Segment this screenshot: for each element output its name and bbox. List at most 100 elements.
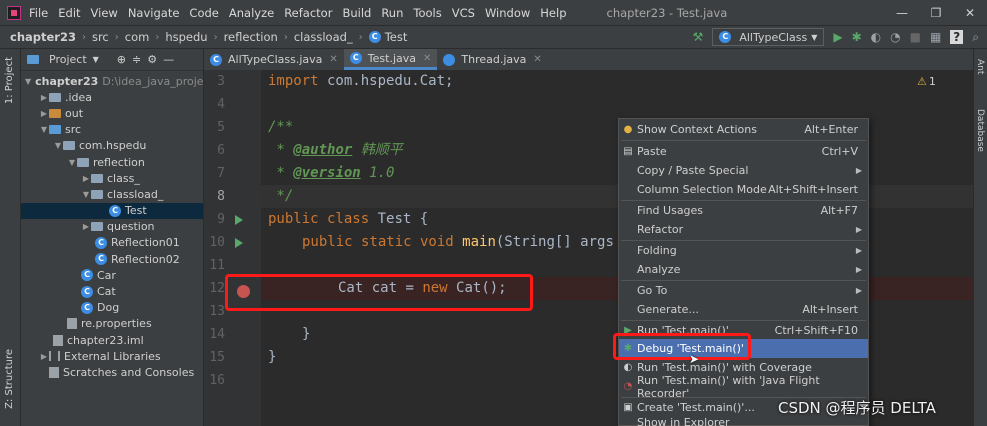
expanded-arrow-icon[interactable]: ▼ (67, 158, 77, 167)
tree-item-reflection02[interactable]: C Reflection02 (21, 251, 203, 267)
tree-item-project[interactable]: ▼ chapter23 D:\idea_java_proje (21, 73, 204, 89)
hide-icon[interactable]: — (163, 53, 174, 66)
profile-icon[interactable]: ◔ (890, 30, 900, 44)
menu-tools[interactable]: Tools (413, 6, 441, 20)
crumb-com[interactable]: com (125, 30, 150, 44)
close-icon[interactable]: ✕ (423, 53, 431, 64)
expanded-arrow-icon[interactable]: ▼ (53, 141, 63, 150)
menu-vcs[interactable]: VCS (452, 6, 475, 20)
tree-item-cat[interactable]: C Cat (21, 283, 203, 299)
structure-tool-tab[interactable]: Z: Structure (4, 349, 15, 409)
menu-run[interactable]: Run (381, 6, 403, 20)
submenu-arrow-icon: ▶ (855, 225, 862, 234)
chevron-down-icon[interactable]: ▼ (93, 55, 99, 64)
menu-view[interactable]: View (91, 6, 118, 20)
menu-item-folding[interactable]: Folding ▶ (619, 241, 868, 260)
stop-icon[interactable]: ■ (910, 30, 921, 44)
tree-item-idea[interactable]: ▶ .idea (21, 89, 203, 105)
close-icon[interactable]: ✕ (329, 54, 337, 65)
menu-edit[interactable]: Edit (58, 6, 80, 20)
menu-item-generate[interactable]: Generate... Alt+Insert (619, 300, 868, 319)
gear-icon[interactable]: ⚙ (147, 53, 157, 66)
folder-icon (49, 92, 61, 102)
menu-item-paste[interactable]: ▤ Paste Ctrl+V (619, 142, 868, 161)
tree-item-question[interactable]: ▶ question (21, 219, 203, 235)
crumb-project[interactable]: chapter23 (10, 30, 76, 44)
expanded-arrow-icon[interactable]: ▼ (81, 190, 91, 199)
tree-item-reflection[interactable]: ▼ reflection (21, 154, 203, 170)
expanded-arrow-icon[interactable]: ▼ (25, 77, 31, 86)
menu-item-show-in-explorer[interactable]: Show in Explorer (619, 417, 868, 426)
tree-item-classload[interactable]: ▼ classload_ (21, 186, 203, 202)
close-icon[interactable]: ✕ (533, 54, 541, 65)
menu-item-find-usages[interactable]: Find Usages Alt+F7 (619, 201, 868, 220)
crumb-src[interactable]: src (92, 30, 109, 44)
warnings-indicator[interactable]: ⚠ 1 (917, 75, 936, 88)
crumb-test[interactable]: Test (385, 30, 408, 44)
crumb-hspedu[interactable]: hspedu (165, 30, 207, 44)
menu-item-copy-paste-special[interactable]: Copy / Paste Special ▶ (619, 161, 868, 180)
project-panel-title[interactable]: Project (49, 53, 87, 66)
tab-test[interactable]: C Test.java ✕ (343, 49, 438, 70)
search-icon[interactable]: ⌕ (972, 30, 979, 45)
menu-item-analyze[interactable]: Analyze ▶ (619, 260, 868, 279)
collapse-all-icon[interactable]: ≑ (132, 53, 141, 66)
collapsed-arrow-icon[interactable]: ▶ (39, 109, 49, 118)
collapsed-arrow-icon[interactable]: ▶ (39, 352, 49, 361)
project-structure-icon[interactable]: ▦ (930, 30, 941, 44)
tree-item-com-hspedu[interactable]: ▼ com.hspedu (21, 138, 203, 154)
ant-tool-tab[interactable]: Ant (975, 59, 985, 74)
help-icon[interactable]: ? (950, 30, 964, 44)
code-token: main (462, 234, 496, 250)
run-gutter-icon[interactable] (235, 238, 243, 248)
menu-item-run-flight-recorder[interactable]: ◔ Run 'Test.main()' with 'Java Flight Rec… (619, 374, 868, 400)
crumb-classload[interactable]: classload_ (294, 30, 353, 44)
tab-alltypeclass[interactable]: C AllTypeClass.java ✕ (204, 49, 344, 70)
collapsed-arrow-icon[interactable]: ▶ (81, 222, 91, 231)
collapsed-arrow-icon[interactable]: ▶ (81, 174, 91, 183)
coverage-icon[interactable]: ◐ (871, 30, 881, 44)
menu-item-show-context-actions[interactable]: ● Show Context Actions Alt+Enter (619, 120, 868, 139)
tree-item-reflection01[interactable]: C Reflection01 (21, 235, 203, 251)
tree-item-out[interactable]: ▶ out (21, 105, 203, 121)
tree-item-re-properties[interactable]: re.properties (21, 316, 203, 332)
debug-bug-icon[interactable]: ✱ (852, 30, 862, 44)
menu-navigate[interactable]: Navigate (128, 6, 180, 20)
editor-gutter[interactable]: 3 4 5 6 7 8 9 10 11 12 13 14 15 16 (204, 70, 261, 426)
menu-code[interactable]: Code (189, 6, 218, 20)
tree-label: Reflection01 (111, 236, 180, 250)
tree-item-car[interactable]: C Car (21, 267, 203, 283)
menu-item-column-selection[interactable]: Column Selection Mode Alt+Shift+Insert (619, 180, 868, 199)
tree-item-iml[interactable]: chapter23.iml (21, 332, 203, 348)
bulb-icon: ● (623, 124, 633, 135)
menu-refactor[interactable]: Refactor (284, 6, 332, 20)
build-hammer-icon[interactable]: ⚒ (693, 30, 704, 44)
locate-icon[interactable]: ⊕ (117, 53, 126, 66)
collapsed-arrow-icon[interactable]: ▶ (39, 93, 49, 102)
menu-analyze[interactable]: Analyze (229, 6, 274, 20)
run-icon[interactable]: ▶ (833, 30, 842, 44)
tree-item-external-libraries[interactable]: ▶ External Libraries (21, 348, 203, 364)
tree-item-class[interactable]: ▶ class_ (21, 170, 203, 186)
tree-item-scratches[interactable]: Scratches and Consoles (21, 364, 203, 380)
minimize-button[interactable]: — (885, 0, 919, 25)
tab-thread[interactable]: Thread.java ✕ (437, 49, 547, 70)
menu-help[interactable]: Help (540, 6, 566, 20)
close-button[interactable]: ✕ (953, 0, 987, 25)
tree-item-dog[interactable]: C Dog (21, 300, 203, 316)
tree-item-src[interactable]: ▼ src (21, 122, 203, 138)
menu-window[interactable]: Window (485, 6, 530, 20)
restore-button[interactable]: ❐ (919, 0, 953, 25)
database-tool-tab[interactable]: Database (975, 109, 985, 152)
expanded-arrow-icon[interactable]: ▼ (39, 125, 49, 134)
line-number: 16 (209, 373, 225, 388)
crumb-reflection[interactable]: reflection (224, 30, 278, 44)
menu-file[interactable]: File (29, 6, 48, 20)
run-configuration-select[interactable]: C AllTypeClass ▼ (712, 28, 825, 46)
menu-build[interactable]: Build (342, 6, 371, 20)
run-gutter-icon[interactable] (235, 215, 243, 225)
project-tool-tab[interactable]: 1: Project (4, 57, 15, 104)
menu-item-refactor[interactable]: Refactor ▶ (619, 220, 868, 239)
tree-item-test[interactable]: C Test (21, 202, 203, 219)
menu-item-go-to[interactable]: Go To ▶ (619, 281, 868, 300)
